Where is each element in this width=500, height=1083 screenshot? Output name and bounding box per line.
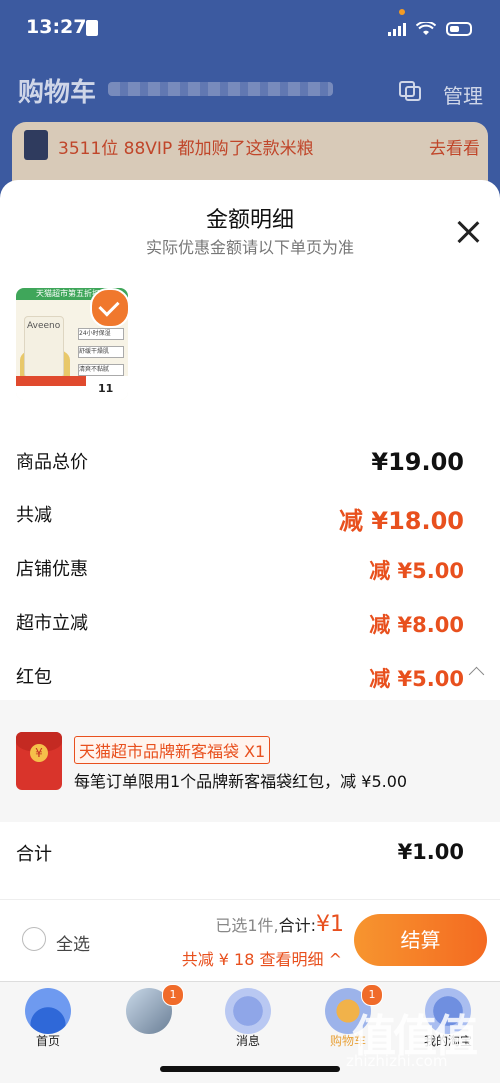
product-tube: Aveeno (24, 316, 64, 378)
status-icons (388, 18, 472, 40)
contact-icon (86, 20, 98, 36)
wifi-icon (416, 22, 436, 35)
row-label: 商品总价 (16, 452, 88, 473)
vip-badge-icon (24, 130, 48, 160)
product-price-tag: 11 (98, 382, 114, 395)
message-icon (225, 988, 271, 1034)
select-all-radio[interactable] (22, 927, 46, 951)
chevron-up-icon[interactable] (468, 666, 485, 683)
status-bar: 13:27 (0, 0, 500, 60)
amount-detail-sheet: 金额明细 实际优惠金额请以下单页为准 天猫超市第五折扣率 Aveeno 24小时… (0, 180, 500, 980)
total-price: ¥1 (316, 912, 344, 937)
manage-button[interactable]: 管理 (443, 80, 483, 109)
row-value: 减 ¥18.00 (339, 507, 464, 535)
product-price-strip: 11 (16, 376, 128, 400)
tab-badge: 1 (162, 984, 184, 1006)
row-label: 店铺优惠 (16, 559, 88, 580)
product-price-bar (16, 376, 86, 386)
vip-banner-text: 3511位 88VIP 都加购了这款米粮 (58, 139, 314, 159)
signal-icon (388, 22, 406, 36)
checkout-bar: 全选 已选1件,合计:¥1 共减 ¥ 18 查看明细 ^ 结算 (0, 899, 500, 982)
product-tag: 24小时保湿 (78, 328, 124, 340)
selected-info: 已选1件,合计:¥1 (215, 912, 344, 937)
vip-banner-link[interactable]: 去看看 (429, 134, 480, 159)
vip-banner[interactable]: 3511位 88VIP 都加购了这款米粮 去看看 (12, 122, 488, 188)
row-value: 减 ¥8.00 (369, 613, 464, 637)
row-label: 红包 (16, 667, 52, 688)
redpack-desc: 每笔订单限用1个品牌新客福袋红包，减 ¥5.00 (74, 772, 408, 791)
selected-count: 已选1件, (215, 916, 279, 935)
red-envelope-icon (16, 732, 62, 790)
row-label: 合计 (16, 844, 52, 865)
sheet-subtitle: 实际优惠金额请以下单页为准 (145, 238, 354, 257)
tab-home[interactable]: 首页 (5, 988, 95, 1058)
row-value: ¥1.00 (397, 840, 464, 864)
sheet-title: 金额明细 (205, 208, 294, 233)
tab-avatar[interactable]: 1 (106, 984, 196, 1058)
row-label: 超市立减 (16, 613, 88, 634)
cart-title: 购物车 (18, 78, 97, 108)
product-tag: 舒缓干燥肌 (78, 346, 124, 358)
copy-icon[interactable] (398, 80, 422, 102)
product-brand: Aveeno (27, 321, 61, 331)
blurred-count (108, 82, 333, 96)
row-subtotal: 商品总价 ¥19.00 (16, 448, 484, 478)
row-redpack[interactable]: 红包 减 ¥5.00 (16, 663, 485, 693)
redpack-detail: 天猫超市品牌新客福袋 X1 每笔订单限用1个品牌新客福袋红包，减 ¥5.00 (0, 700, 500, 822)
home-indicator[interactable] (160, 1066, 340, 1072)
battery-icon (446, 22, 472, 36)
row-value: 减 ¥5.00 (369, 559, 464, 583)
row-total: 合计 ¥1.00 (16, 840, 484, 870)
total-label: 合计: (278, 916, 316, 935)
selected-check-icon (90, 288, 130, 328)
row-store-discount: 店铺优惠 减 ¥5.00 (16, 555, 484, 585)
camera-indicator-icon (399, 9, 405, 15)
view-detail-link[interactable]: 共减 ¥ 18 查看明细 ^ (182, 946, 342, 970)
row-value: 减 ¥5.00 (369, 667, 464, 691)
select-all-label[interactable]: 全选 (56, 930, 90, 955)
home-icon (25, 988, 71, 1034)
row-supermarket-discount: 超市立减 减 ¥8.00 (16, 609, 484, 639)
close-icon[interactable] (456, 220, 480, 244)
watermark-logo: 值值值 (352, 1011, 478, 1062)
row-value: ¥19.00 (371, 448, 464, 476)
row-total-discount: 共减 减 ¥18.00 (16, 501, 484, 535)
status-time: 13:27 (26, 16, 87, 38)
tab-messages[interactable]: 消息 (205, 988, 295, 1058)
tab-label: 首页 (35, 1034, 60, 1048)
row-label: 共减 (16, 505, 52, 526)
watermark-url: zhizhizhi.com (346, 1052, 448, 1070)
product-tag: 清爽不黏腻 (78, 364, 124, 376)
cart-header: 购物车 管理 (0, 60, 500, 122)
redpack-tag: 天猫超市品牌新客福袋 X1 (74, 736, 271, 764)
checkout-button[interactable]: 结算 (354, 914, 487, 966)
tab-label: 消息 (235, 1034, 260, 1048)
